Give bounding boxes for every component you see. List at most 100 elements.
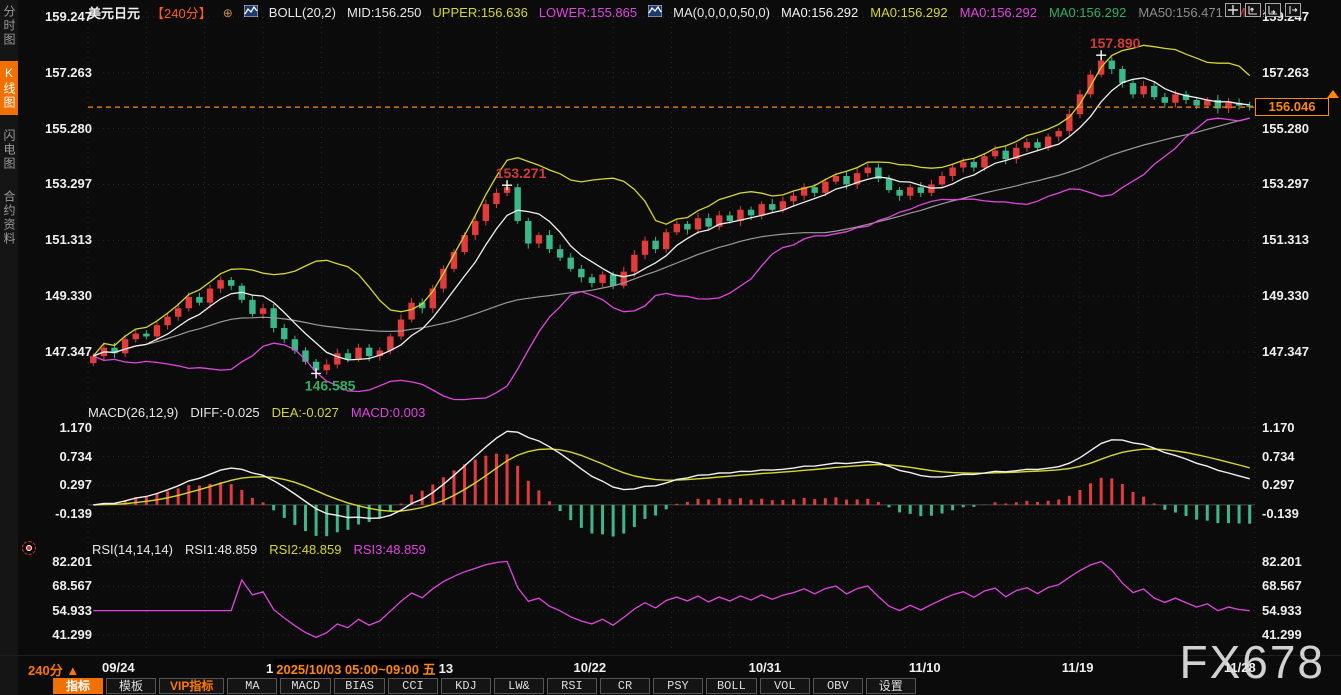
period-up-arrow-icon: ▲ [66, 663, 79, 678]
macd-diff-value: DIFF:-0.025 [190, 405, 259, 420]
y-axis-label: 157.263 [1262, 66, 1338, 80]
circled-plus-icon[interactable]: ⊕ [223, 6, 233, 20]
toolbar-button-VIP指标[interactable]: VIP指标 [159, 678, 224, 694]
price-marker-icon [1327, 90, 1339, 98]
y-axis-label: 0.297 [1262, 478, 1338, 492]
rsi1-value: RSI1:48.859 [185, 542, 257, 557]
toolbar-button-MA[interactable]: MA [227, 678, 277, 694]
boll-lower-value: LOWER:155.865 [539, 5, 637, 20]
y-axis-label: 54.933 [1262, 604, 1338, 618]
y-axis-label: 68.567 [20, 579, 92, 593]
toolbar-button-设置[interactable]: 设置 [866, 678, 916, 694]
ma-readout: MA0:156.292 [781, 5, 858, 20]
fx678-watermark: FX678 [1179, 635, 1325, 689]
y-axis-label: 41.299 [20, 628, 92, 642]
date-label: 11/10 [909, 660, 941, 675]
toolbar-button-指标[interactable]: 指标 [53, 678, 103, 694]
svg-text:157.890: 157.890 [1090, 35, 1141, 51]
toolbar-button-LW&[interactable]: LW& [494, 678, 544, 694]
y-axis-label: 0.297 [20, 478, 92, 492]
y-axis-label: 159.247 [20, 10, 92, 24]
zoom-axis-right-icon[interactable] [1265, 3, 1281, 17]
date-label: 09/24 [102, 660, 135, 675]
chart-canvas[interactable]: 157.890 153.271 146.585 [18, 0, 1341, 658]
boll-upper-value: UPPER:156.636 [432, 5, 527, 20]
zoom-axis-left-icon[interactable] [1245, 3, 1261, 17]
y-axis-label: 153.297 [1262, 177, 1338, 191]
macd-dea-value: DEA:-0.027 [272, 405, 339, 420]
y-axis-label: 151.313 [20, 233, 92, 247]
sidebar-tab[interactable]: K线图 [0, 61, 18, 115]
y-axis-label: 82.201 [1262, 555, 1338, 569]
sidebar-tab[interactable]: 合约资料 [0, 185, 18, 251]
sidebar-tab[interactable]: 闪电图 [0, 124, 18, 176]
period-tag[interactable]: 【240分】 [151, 3, 212, 22]
toolbar-button-模板[interactable]: 模板 [106, 678, 156, 694]
toolbar-button-BOLL[interactable]: BOLL [706, 678, 757, 694]
ma-readouts: MA0:156.292 MA0:156.292 MA0:156.292 MA0:156… [781, 5, 1273, 20]
y-axis-label: 54.933 [20, 604, 92, 618]
date-label-fragment: 1 [266, 661, 273, 676]
rsi-panel-header: RSI(14,14,14) RSI1:48.859 RSI2:48.859 RS… [92, 542, 426, 557]
crosshair-date-tooltip: 1 2025/10/03 05:00~09:00 五 13 [266, 659, 453, 678]
y-axis-label: 0.734 [20, 450, 92, 464]
y-axis-label: 153.297 [20, 177, 92, 191]
y-axis-label: 149.330 [20, 289, 92, 303]
boll-mid-value: MID:156.250 [347, 5, 421, 20]
y-axis-label: 1.170 [1262, 421, 1338, 435]
macd-title: MACD(26,12,9) [88, 405, 178, 420]
svg-text:153.271: 153.271 [496, 165, 547, 181]
toolbar-button-VOL[interactable]: VOL [760, 678, 810, 694]
ma-readout: MA50:156.471 [1138, 5, 1223, 20]
y-axis-label: 0.734 [1262, 450, 1338, 464]
toolbar-button-RSI[interactable]: RSI [547, 678, 597, 694]
date-label: 10/31 [749, 660, 782, 675]
y-axis-label: 68.567 [1262, 579, 1338, 593]
alert-burst-icon[interactable] [22, 541, 36, 555]
chart-application-window: 分时图 K线图闪电图合约资料 美元日元 【240分】 ⊕ BOLL(20,2) M… [0, 0, 1341, 695]
y-axis-label: 151.313 [1262, 233, 1338, 247]
pan-right-icon[interactable] [1285, 3, 1301, 17]
chart-tool-icons [1225, 3, 1301, 17]
date-label: 10/22 [574, 660, 607, 675]
ma-indicator-icon[interactable] [648, 5, 662, 20]
y-axis-label: 147.347 [20, 345, 92, 359]
y-axis-label: -0.139 [1262, 507, 1338, 521]
toolbar-button-CCI[interactable]: CCI [388, 678, 438, 694]
indicator-header: 美元日元 【240分】 ⊕ BOLL(20,2) MID:156.250 UPP… [88, 3, 1272, 22]
chart-type-sidebar: 分时图 K线图闪电图合约资料 [0, 0, 18, 695]
toolbar-button-PSY[interactable]: PSY [653, 678, 703, 694]
y-axis-label: 1.170 [20, 421, 92, 435]
sidebar-tab[interactable]: 分时图 [0, 0, 18, 52]
period-selector[interactable]: 240分 ▲ [28, 660, 79, 679]
ma-readout: MA0:156.292 [870, 5, 947, 20]
last-price-tag: 156.046 [1255, 98, 1329, 116]
y-axis-label: -0.139 [20, 507, 92, 521]
toolbar-button-OBV[interactable]: OBV [813, 678, 863, 694]
y-axis-label: 157.263 [20, 66, 92, 80]
rsi-title: RSI(14,14,14) [92, 542, 173, 557]
ma-readout: MA0:156.292 [960, 5, 1037, 20]
ma-readout: MA0:156.292 [1049, 5, 1126, 20]
toolbar-button-CR[interactable]: CR [600, 678, 650, 694]
y-axis-label: 149.330 [1262, 289, 1338, 303]
toolbar-button-MACD[interactable]: MACD [280, 678, 331, 694]
date-label: 11/19 [1062, 660, 1094, 675]
rsi2-value: RSI2:48.859 [269, 542, 341, 557]
ma-group-label: MA(0,0,0,0,50,0) [673, 5, 770, 20]
macd-panel-header: MACD(26,12,9) DIFF:-0.025 DEA:-0.027 MAC… [88, 405, 425, 420]
tooltip-datetime: 2025/10/03 05:00~09:00 五 [273, 659, 438, 678]
date-label-fragment: 13 [439, 661, 453, 676]
y-axis-label: 82.201 [20, 555, 92, 569]
toolbar-button-KDJ[interactable]: KDJ [441, 678, 491, 694]
crosshair-move-icon[interactable] [1225, 3, 1241, 17]
y-axis-label: 147.347 [1262, 345, 1338, 359]
y-axis-label: 155.280 [1262, 122, 1338, 136]
boll-indicator-icon[interactable] [244, 5, 258, 20]
time-axis: 240分 ▲ 1 2025/10/03 05:00~09:00 五 13 09/… [0, 655, 1341, 678]
svg-text:146.585: 146.585 [305, 377, 356, 393]
rsi3-value: RSI3:48.859 [354, 542, 426, 557]
symbol-name: 美元日元 [88, 3, 140, 22]
boll-label: BOLL(20,2) [269, 5, 336, 20]
toolbar-button-BIAS[interactable]: BIAS [334, 678, 385, 694]
